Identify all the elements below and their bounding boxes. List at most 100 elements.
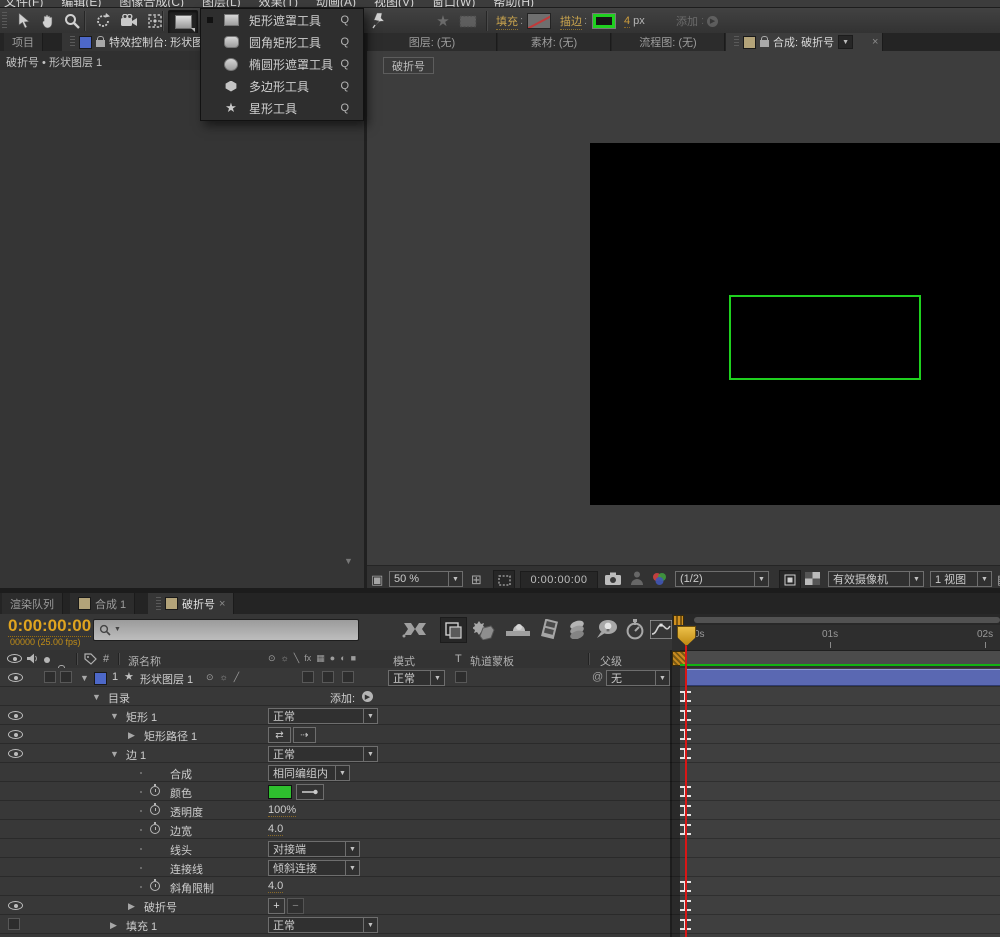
expand-arrow[interactable]: ▶ bbox=[110, 920, 117, 931]
shape-stroke-rectangle[interactable] bbox=[729, 295, 921, 380]
property-name-rect-path-1[interactable]: 矩形路径 1 bbox=[144, 728, 197, 744]
menu-bar[interactable]: 文件(F) 编辑(E) 图像合成(C) 图层(L) 效果(T) 动画(A) 视图… bbox=[0, 0, 1000, 8]
parent-column-label[interactable]: 父级 bbox=[600, 653, 622, 669]
search-input[interactable]: ▼ bbox=[93, 619, 359, 641]
rectangle-tool-button[interactable] bbox=[168, 10, 198, 34]
select-line-join[interactable]: 倾斜连接▼ bbox=[268, 860, 360, 876]
close-tab-icon[interactable]: × bbox=[219, 598, 225, 610]
property-name-rect-1[interactable]: 矩形 1 bbox=[126, 709, 157, 725]
property-name-miter-limit[interactable]: 斜角限制 bbox=[170, 880, 214, 896]
time-ruler[interactable]: 0s 01s 02s bbox=[672, 625, 1000, 651]
transparency-grid-icon[interactable] bbox=[805, 572, 820, 585]
property-name-opacity[interactable]: 透明度 bbox=[170, 804, 203, 820]
work-area-bar[interactable] bbox=[680, 651, 1000, 664]
value-opacity[interactable]: 100% bbox=[268, 804, 296, 817]
graph-editor-icon[interactable] bbox=[650, 620, 672, 642]
tab-layer-viewer[interactable]: 图层: (无) bbox=[368, 33, 497, 51]
path-direction-button[interactable]: ⇢ bbox=[293, 727, 316, 743]
current-timecode[interactable]: 0:00:00:00 bbox=[8, 616, 91, 637]
select-rect-1[interactable]: 正常▼ bbox=[268, 708, 378, 724]
collapse-arrow[interactable]: ▼ bbox=[92, 692, 101, 702]
value-stroke-width[interactable]: 4.0 bbox=[268, 823, 283, 836]
brainstorm-icon[interactable] bbox=[595, 619, 619, 643]
property-name-dashes[interactable]: 破折号 bbox=[144, 899, 177, 915]
property-name-line-cap[interactable]: 线头 bbox=[170, 842, 192, 858]
view-layout-select[interactable]: 1 视图▼ bbox=[930, 571, 992, 587]
lock-box[interactable] bbox=[60, 671, 72, 683]
layer-mode-select[interactable]: 正常▼ bbox=[388, 670, 445, 686]
eye-toggle[interactable] bbox=[8, 730, 23, 739]
viewer-timecode[interactable]: 0:00:00:00 bbox=[520, 571, 598, 589]
toolbar-grip[interactable] bbox=[2, 12, 7, 30]
panel-grip[interactable] bbox=[734, 36, 739, 48]
comp-canvas[interactable] bbox=[590, 143, 1000, 505]
layer-switch-box[interactable] bbox=[302, 671, 314, 683]
timeline-minimap[interactable] bbox=[672, 614, 1000, 625]
property-name-contents[interactable]: 目录 bbox=[108, 690, 130, 706]
channels-icon[interactable] bbox=[652, 572, 668, 588]
property-name-color[interactable]: 颜色 bbox=[170, 785, 192, 801]
eye-toggle[interactable] bbox=[8, 901, 23, 910]
value-miter-limit[interactable]: 4.0 bbox=[268, 880, 283, 893]
show-snapshot-icon[interactable] bbox=[631, 571, 643, 588]
t-column-label[interactable]: T bbox=[455, 653, 462, 665]
layer-switch-box[interactable] bbox=[322, 671, 334, 683]
zoom-tool[interactable] bbox=[60, 10, 84, 32]
source-name-column-label[interactable]: 源名称 bbox=[128, 653, 161, 669]
layer-expander[interactable]: ▼ bbox=[80, 673, 89, 683]
menu-file[interactable]: 文件(F) bbox=[4, 0, 43, 8]
layer-switch-icon[interactable]: ⊙ bbox=[206, 672, 214, 683]
menu-effect[interactable]: 效果(T) bbox=[259, 0, 298, 8]
layer-switch-icon[interactable]: ╱ bbox=[234, 672, 239, 683]
color-swatch[interactable] bbox=[268, 785, 292, 799]
camera-select[interactable]: 有效摄像机▼ bbox=[828, 571, 924, 587]
tab-menu-arrow[interactable]: ▼ bbox=[838, 35, 853, 49]
tab-project[interactable]: 项目 bbox=[4, 33, 43, 51]
hand-tool[interactable] bbox=[36, 10, 60, 32]
film-strip-icon[interactable] bbox=[540, 619, 560, 643]
cti-line[interactable] bbox=[685, 640, 687, 937]
property-name-composite[interactable]: 合成 bbox=[170, 766, 192, 782]
dash-remove-button[interactable]: − bbox=[287, 898, 304, 914]
expand-arrow[interactable]: ▶ bbox=[128, 730, 135, 741]
property-name-line-join[interactable]: 连接线 bbox=[170, 861, 203, 877]
eye-toggle-off[interactable] bbox=[8, 918, 20, 930]
lock-icon[interactable] bbox=[760, 40, 769, 47]
property-name-stroke-width[interactable]: 边宽 bbox=[170, 823, 192, 839]
search-options-arrow[interactable]: ▼ bbox=[114, 626, 121, 633]
select-line-cap[interactable]: 对接端▼ bbox=[268, 841, 360, 857]
menu-item-rect-tool[interactable]: 矩形遮罩工具 Q bbox=[201, 9, 363, 31]
rotation-tool[interactable] bbox=[90, 10, 116, 32]
scroll-down-arrow[interactable]: ▼ bbox=[344, 556, 353, 566]
close-tab-icon[interactable]: × bbox=[872, 36, 878, 48]
fast-preview-icon[interactable] bbox=[779, 570, 801, 590]
panel-grip[interactable] bbox=[156, 597, 161, 610]
fill-label[interactable]: 填充: bbox=[496, 10, 523, 32]
menu-animation[interactable]: 动画(A) bbox=[316, 0, 356, 8]
snapshot-camera-icon[interactable] bbox=[605, 572, 621, 588]
expand-arrow[interactable]: ▶ bbox=[128, 901, 135, 912]
path-direction-button[interactable]: ⇄ bbox=[268, 727, 291, 743]
menu-layer[interactable]: 图层(L) bbox=[202, 0, 241, 8]
menu-item-star-tool[interactable]: ★ 星形工具 Q bbox=[201, 97, 363, 119]
stroke-label[interactable]: 描边: bbox=[560, 10, 587, 32]
layer-switch-box[interactable] bbox=[342, 671, 354, 683]
comp-flowchart-icon[interactable] bbox=[402, 620, 428, 641]
motion-blur-icon[interactable] bbox=[506, 621, 530, 642]
zoom-select[interactable]: 50 %▼ bbox=[389, 571, 463, 587]
menu-composition[interactable]: 图像合成(C) bbox=[119, 0, 184, 8]
stopwatch-icon[interactable] bbox=[150, 805, 160, 815]
panel-grip[interactable] bbox=[70, 36, 75, 48]
eye-toggle[interactable] bbox=[8, 749, 23, 758]
tab-footage-viewer[interactable]: 素材: (无) bbox=[498, 33, 611, 51]
eye-toggle[interactable] bbox=[8, 673, 23, 682]
parent-pickwhip-icon[interactable]: @ bbox=[592, 671, 603, 683]
safe-margins-icon[interactable]: ⊞ bbox=[471, 572, 482, 588]
tab-flowchart-viewer[interactable]: 流程图: (无) bbox=[612, 33, 725, 51]
track-matte-box[interactable] bbox=[455, 671, 467, 683]
auto-keyframe-icon[interactable] bbox=[626, 619, 644, 643]
property-name-fill-1[interactable]: 填充 1 bbox=[126, 918, 157, 934]
shy-layers-icon[interactable] bbox=[440, 617, 467, 643]
stroke-swatch[interactable] bbox=[592, 10, 616, 32]
camera-tool[interactable] bbox=[116, 10, 142, 32]
